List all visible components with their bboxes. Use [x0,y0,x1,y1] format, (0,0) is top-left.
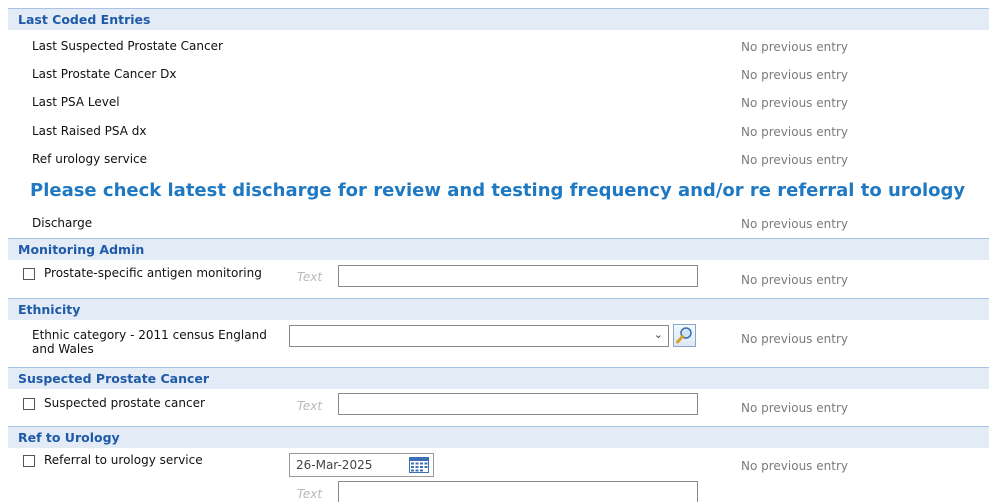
section-title: Suspected Prostate Cancer [18,371,210,386]
suspected-cancer-checkbox[interactable] [23,398,35,410]
psa-monitoring-placeholder: Text [297,270,323,284]
section-header-suspected: Suspected Prostate Cancer [8,367,989,389]
section-title: Ref to Urology [18,430,120,445]
row-label-last-suspected: Last Suspected Prostate Cancer [32,39,223,53]
row-label-last-raised-psa: Last Raised PSA dx [32,124,147,138]
referral-urology-label: Referral to urology service [44,453,203,467]
section-title: Last Coded Entries [18,12,151,27]
section-header-ethnicity: Ethnicity [8,298,989,320]
discharge-banner: Please check latest discharge for review… [30,180,966,201]
psa-monitoring-checkbox[interactable] [23,268,35,280]
suspected-cancer-placeholder: Text [297,399,323,413]
calendar-icon [409,457,429,473]
referral-urology-placeholder: Text [297,487,323,501]
lookup-button[interactable] [673,324,696,347]
chevron-down-icon: ⌄ [653,328,663,341]
section-header-last-coded: Last Coded Entries [8,8,989,30]
referral-urology-text-input[interactable] [338,481,698,502]
referral-urology-checkbox[interactable] [23,455,35,467]
psa-monitoring-label: Prostate-specific antigen monitoring [44,266,262,280]
prev-entry-last-psa: No previous entry [741,96,848,110]
referral-date-field[interactable]: 26-Mar-2025 [289,453,434,477]
row-label-last-psa: Last PSA Level [32,95,120,109]
section-header-ref-urology: Ref to Urology [8,426,989,448]
section-title: Ethnicity [18,302,81,317]
suspected-cancer-label: Suspected prostate cancer [44,396,205,410]
prev-entry-referral-urology: No previous entry [741,459,848,473]
referral-date-value: 26-Mar-2025 [296,458,373,472]
section-title: Monitoring Admin [18,242,145,257]
row-label-discharge: Discharge [32,216,93,230]
magnifier-icon [676,327,692,344]
ethnicity-select[interactable]: ⌄ [289,325,669,347]
prev-entry-ethnicity: No previous entry [741,332,848,346]
prev-entry-suspected-cancer: No previous entry [741,401,848,415]
prev-entry-last-dx: No previous entry [741,68,848,82]
suspected-cancer-text-input[interactable] [338,393,698,415]
calendar-button[interactable] [409,457,429,476]
prev-entry-discharge: No previous entry [741,217,848,231]
row-label-last-dx: Last Prostate Cancer Dx [32,67,177,81]
ethnicity-label: Ethnic category - 2011 census England an… [32,328,267,356]
prev-entry-psa-monitoring: No previous entry [741,273,848,287]
prev-entry-last-raised-psa: No previous entry [741,125,848,139]
psa-monitoring-text-input[interactable] [338,265,698,287]
row-label-ref-urology: Ref urology service [32,152,148,166]
prev-entry-last-suspected: No previous entry [741,40,848,54]
section-header-monitoring: Monitoring Admin [8,238,989,260]
prev-entry-ref-urology: No previous entry [741,153,848,167]
